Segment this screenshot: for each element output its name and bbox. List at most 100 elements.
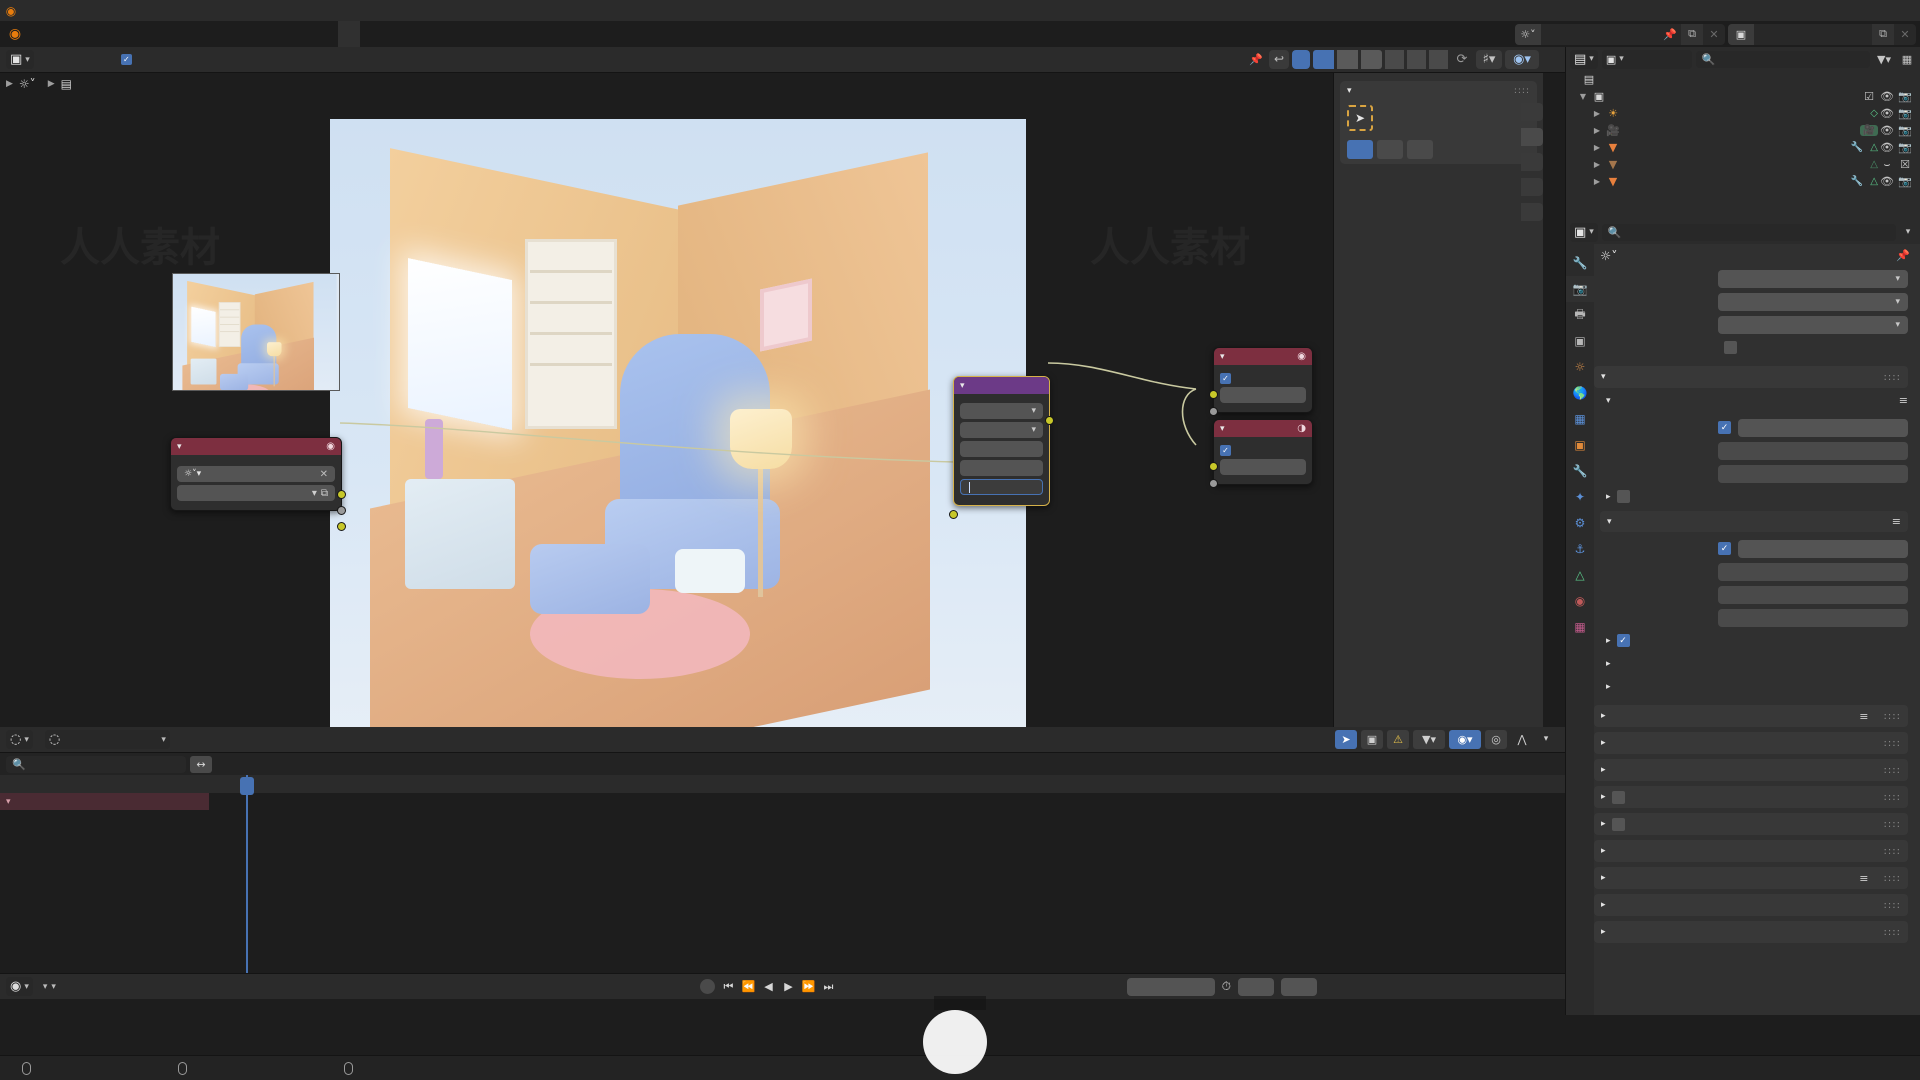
chevron-right-icon[interactable]: ▸ [1601, 792, 1606, 802]
outliner-row-scene-collection[interactable]: ▤ [1566, 71, 1920, 88]
panel-grip-icon[interactable]: :::: [1884, 873, 1901, 884]
collapse-chevron-icon[interactable]: ▾ [177, 442, 182, 452]
outliner-search-input[interactable]: 🔍 [1695, 50, 1870, 68]
panel-grip-icon[interactable]: :::: [1884, 846, 1901, 857]
chevron-right-icon[interactable]: ▸ [1601, 846, 1606, 856]
preset-list-icon[interactable]: ≡ [1859, 710, 1868, 723]
glare-quality-dropdown[interactable] [960, 422, 1043, 438]
camera-icon[interactable]: 📷 [1896, 175, 1914, 188]
light-data-icon[interactable]: ◇ [1870, 108, 1878, 119]
mesh-data-icon[interactable]: △ [1870, 142, 1878, 153]
modifier-icon[interactable]: 🔧 [1851, 142, 1863, 153]
playback-popover-icon[interactable]: ◉ ▾ [6, 977, 33, 996]
chevron-down-icon[interactable]: ▾ [1607, 517, 1612, 527]
composite-alpha-slider[interactable] [1220, 459, 1306, 475]
show-errors-icon[interactable]: ⚠ [1387, 730, 1409, 749]
scene-selector[interactable]: ☼˅ 📌 ⧉ ✕ [1515, 23, 1725, 45]
camera-data-icon[interactable]: 🎥 [1859, 125, 1878, 136]
subsection-viewport[interactable]: ▾ ≡ [1606, 390, 1908, 411]
color-channel-icon[interactable] [1313, 50, 1334, 69]
section-motion-blur[interactable]: ▸ :::: [1594, 813, 1908, 835]
go-to-parent-icon[interactable]: ↩ [1269, 50, 1289, 69]
eye-icon[interactable]: 👁 [1878, 141, 1896, 154]
render-denoise-checkbox[interactable]: ✓ [1616, 634, 1630, 647]
section-curves[interactable]: ▸ :::: [1594, 759, 1908, 781]
blender-menu-icon[interactable]: ◉ [0, 26, 30, 42]
start-frame-input[interactable] [1238, 977, 1274, 996]
play-button[interactable]: ▶ [779, 978, 798, 996]
panel-grip-icon[interactable]: :::: [1884, 765, 1901, 776]
outliner-filter-icon[interactable]: ▼▾ [1874, 53, 1894, 66]
maximize-button[interactable] [1848, 0, 1884, 21]
tab-uv-editing[interactable] [228, 21, 250, 47]
pin-icon[interactable]: 📌 [1896, 249, 1914, 262]
expand-triangle-icon[interactable]: ▶ [1590, 177, 1604, 186]
render-engine-dropdown[interactable]: ▾ [1718, 269, 1908, 288]
outliner-display-mode[interactable]: ▣ ▾ [1601, 49, 1692, 69]
section-film[interactable]: ▸ :::: [1594, 840, 1908, 862]
panel-grip-icon[interactable]: :::: [1884, 927, 1901, 938]
editor-type-selector[interactable]: ▣ ▾ [6, 50, 34, 69]
chevron-right-icon[interactable]: ▸ [1601, 765, 1606, 775]
outliner-row-cube[interactable]: ▶ ▼ △ ⌣ ☒ [1566, 156, 1920, 173]
tab-texture[interactable]: ▦ [1566, 614, 1594, 640]
panel-grip-icon[interactable]: :::: [1884, 900, 1901, 911]
dopesheet-mode-dropdown[interactable]: ◌ ▾ [44, 730, 170, 749]
render-time-limit-input[interactable] [1718, 608, 1908, 627]
preset-list-icon[interactable]: ≡ [1859, 872, 1868, 885]
node-glare[interactable]: ▾ [949, 376, 1054, 519]
chevron-down-icon[interactable]: ▾ [1606, 396, 1611, 406]
socket-dot-viewer-alpha[interactable] [1209, 407, 1218, 416]
render-noise-threshold-checkbox[interactable]: ✓ [1718, 542, 1731, 555]
composite-use-alpha-checkbox[interactable]: ✓ [1220, 445, 1231, 456]
scene-browse-icon[interactable]: ☼˅▾ [184, 469, 201, 479]
viewport-noise-threshold-checkbox[interactable]: ✓ [1718, 421, 1731, 434]
jump-to-end-button[interactable]: ⏭ [819, 978, 838, 996]
panel-grip-icon[interactable]: :::: [1884, 819, 1901, 830]
section-simplify[interactable]: ▸ :::: [1594, 786, 1908, 808]
tab-material[interactable]: ◉ [1566, 588, 1594, 614]
n-tab-node[interactable] [1521, 103, 1543, 121]
new-viewlayer-icon[interactable]: ⧉ [1872, 23, 1894, 45]
preset-list-icon[interactable]: ≡ [1899, 394, 1908, 407]
modifier-icon[interactable]: 🔧 [1851, 176, 1863, 187]
socket-dot-noisy-image[interactable] [337, 522, 346, 531]
socket-dot-glare-in[interactable] [949, 510, 958, 519]
render-max-samples-input[interactable] [1718, 562, 1908, 581]
next-keyframe-button[interactable]: ⏩ [799, 978, 818, 996]
panel-grip-icon[interactable]: :::: [1884, 711, 1901, 722]
node-composite[interactable]: ▾ ◑ ✓ [1209, 419, 1313, 488]
snap-icon[interactable]: ♯▾ [1476, 50, 1502, 69]
render-noise-threshold-input[interactable] [1738, 539, 1908, 558]
viewer-use-alpha-checkbox[interactable]: ✓ [1220, 373, 1231, 384]
remove-viewlayer-icon[interactable]: ✕ [1894, 24, 1916, 45]
n-tab-node-wrangler[interactable] [1521, 203, 1543, 221]
composite-use-alpha-row[interactable]: ✓ [1220, 441, 1306, 456]
tab-output[interactable]: 🖶 [1566, 302, 1594, 328]
outliner-row-cube-001[interactable]: ▶ ▼ 🔧 △ 👁 📷 [1566, 173, 1920, 190]
expand-triangle-icon[interactable]: ▶ [1590, 109, 1604, 118]
node-composite-header[interactable]: ▾ ◑ [1214, 420, 1312, 437]
viewport-denoise-checkbox[interactable] [1616, 490, 1630, 503]
eye-icon[interactable]: 👁 [1878, 175, 1896, 188]
section-bake[interactable]: ▸ :::: [1594, 894, 1908, 916]
camera-icon[interactable]: 📷 [1896, 107, 1914, 120]
section-sampling[interactable]: ▾ :::: [1594, 366, 1908, 388]
only-show-selected-icon[interactable]: ➤ [1335, 730, 1357, 749]
motion-blur-checkbox[interactable] [1611, 817, 1625, 831]
eye-closed-icon[interactable]: ⌣ [1878, 158, 1896, 172]
node-viewer[interactable]: ▾ ◉ ✓ [1209, 347, 1313, 416]
chevron-right-icon[interactable]: ▸ [1606, 682, 1611, 692]
tab-layout[interactable] [162, 21, 184, 47]
collapse-chevron-icon[interactable]: ▾ [1220, 352, 1225, 362]
set-selection-mode-icon[interactable] [1347, 140, 1373, 159]
current-frame-input[interactable] [1126, 977, 1215, 996]
backdrop-toggle[interactable] [1292, 50, 1310, 69]
socket-dot-glare-out[interactable] [1045, 416, 1054, 425]
extend-selection-mode-icon[interactable] [1377, 140, 1403, 159]
channel-summary-row[interactable]: ▾ [0, 793, 209, 810]
viewport-max-samples-input[interactable] [1718, 441, 1908, 460]
chevron-right-icon[interactable]: ▸ [1601, 900, 1606, 910]
socket-dot-image[interactable] [337, 490, 346, 499]
subsection-viewport-denoise[interactable]: ▸ [1606, 486, 1908, 507]
